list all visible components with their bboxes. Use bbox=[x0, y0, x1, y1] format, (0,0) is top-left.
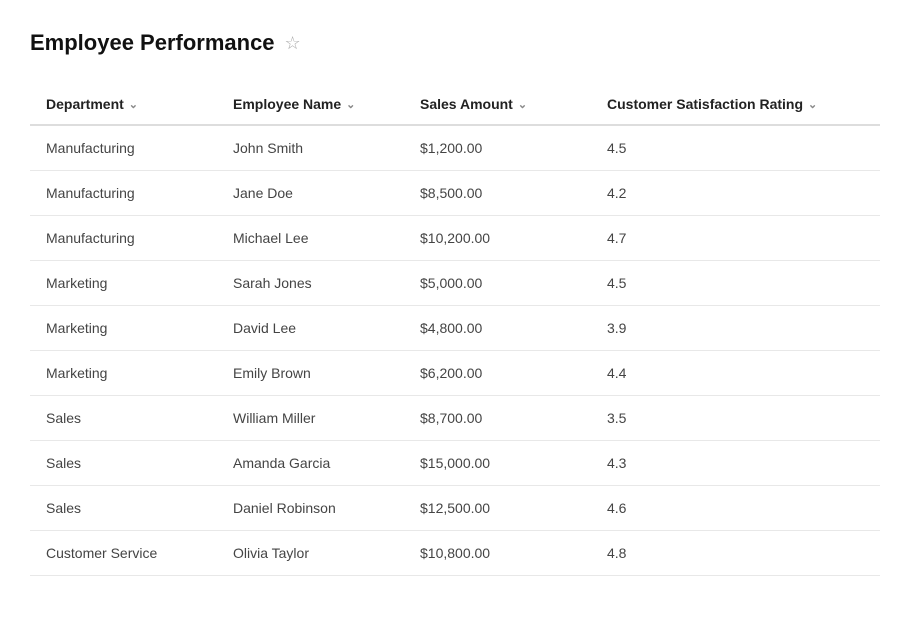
cell-sales: $8,700.00 bbox=[404, 396, 591, 441]
table-row: MarketingDavid Lee$4,800.003.9 bbox=[30, 306, 880, 351]
cell-department: Marketing bbox=[30, 306, 217, 351]
cell-rating: 4.2 bbox=[591, 171, 880, 216]
cell-department: Manufacturing bbox=[30, 171, 217, 216]
cell-sales: $1,200.00 bbox=[404, 125, 591, 171]
cell-employee: Emily Brown bbox=[217, 351, 404, 396]
table-row: ManufacturingJohn Smith$1,200.004.5 bbox=[30, 125, 880, 171]
column-header-department[interactable]: Department ⌄ bbox=[30, 84, 217, 125]
favorite-star-icon[interactable]: ☆ bbox=[285, 33, 301, 54]
cell-employee: David Lee bbox=[217, 306, 404, 351]
cell-department: Marketing bbox=[30, 351, 217, 396]
cell-sales: $4,800.00 bbox=[404, 306, 591, 351]
cell-rating: 4.7 bbox=[591, 216, 880, 261]
sort-icon-department: ⌄ bbox=[129, 98, 138, 111]
cell-sales: $10,800.00 bbox=[404, 531, 591, 576]
cell-rating: 4.8 bbox=[591, 531, 880, 576]
page-title: Employee Performance bbox=[30, 30, 275, 56]
cell-department: Sales bbox=[30, 441, 217, 486]
table-row: SalesAmanda Garcia$15,000.004.3 bbox=[30, 441, 880, 486]
cell-employee: Michael Lee bbox=[217, 216, 404, 261]
cell-department: Manufacturing bbox=[30, 216, 217, 261]
cell-sales: $12,500.00 bbox=[404, 486, 591, 531]
cell-employee: Olivia Taylor bbox=[217, 531, 404, 576]
column-header-rating[interactable]: Customer Satisfaction Rating ⌄ bbox=[591, 84, 880, 125]
table-row: ManufacturingMichael Lee$10,200.004.7 bbox=[30, 216, 880, 261]
cell-sales: $6,200.00 bbox=[404, 351, 591, 396]
cell-department: Manufacturing bbox=[30, 125, 217, 171]
employee-performance-table: Department ⌄ Employee Name ⌄ Sales Amoun… bbox=[30, 84, 880, 576]
cell-rating: 4.4 bbox=[591, 351, 880, 396]
cell-sales: $8,500.00 bbox=[404, 171, 591, 216]
table-row: MarketingSarah Jones$5,000.004.5 bbox=[30, 261, 880, 306]
cell-rating: 4.5 bbox=[591, 261, 880, 306]
page-header: Employee Performance ☆ bbox=[30, 30, 880, 56]
table-header-row: Department ⌄ Employee Name ⌄ Sales Amoun… bbox=[30, 84, 880, 125]
cell-rating: 4.6 bbox=[591, 486, 880, 531]
employee-table-container: Department ⌄ Employee Name ⌄ Sales Amoun… bbox=[30, 84, 880, 576]
cell-department: Marketing bbox=[30, 261, 217, 306]
sort-icon-rating: ⌄ bbox=[808, 98, 817, 111]
cell-sales: $5,000.00 bbox=[404, 261, 591, 306]
cell-department: Customer Service bbox=[30, 531, 217, 576]
cell-employee: John Smith bbox=[217, 125, 404, 171]
column-header-sales[interactable]: Sales Amount ⌄ bbox=[404, 84, 591, 125]
cell-sales: $10,200.00 bbox=[404, 216, 591, 261]
table-row: MarketingEmily Brown$6,200.004.4 bbox=[30, 351, 880, 396]
cell-employee: William Miller bbox=[217, 396, 404, 441]
column-header-employee[interactable]: Employee Name ⌄ bbox=[217, 84, 404, 125]
sort-icon-sales: ⌄ bbox=[518, 98, 527, 111]
cell-rating: 4.5 bbox=[591, 125, 880, 171]
table-row: ManufacturingJane Doe$8,500.004.2 bbox=[30, 171, 880, 216]
sort-icon-employee: ⌄ bbox=[346, 98, 355, 111]
table-row: SalesWilliam Miller$8,700.003.5 bbox=[30, 396, 880, 441]
cell-employee: Daniel Robinson bbox=[217, 486, 404, 531]
cell-employee: Amanda Garcia bbox=[217, 441, 404, 486]
table-body: ManufacturingJohn Smith$1,200.004.5Manuf… bbox=[30, 125, 880, 576]
cell-department: Sales bbox=[30, 486, 217, 531]
cell-employee: Sarah Jones bbox=[217, 261, 404, 306]
cell-department: Sales bbox=[30, 396, 217, 441]
cell-rating: 3.5 bbox=[591, 396, 880, 441]
cell-employee: Jane Doe bbox=[217, 171, 404, 216]
cell-rating: 4.3 bbox=[591, 441, 880, 486]
cell-rating: 3.9 bbox=[591, 306, 880, 351]
cell-sales: $15,000.00 bbox=[404, 441, 591, 486]
table-row: Customer ServiceOlivia Taylor$10,800.004… bbox=[30, 531, 880, 576]
table-row: SalesDaniel Robinson$12,500.004.6 bbox=[30, 486, 880, 531]
